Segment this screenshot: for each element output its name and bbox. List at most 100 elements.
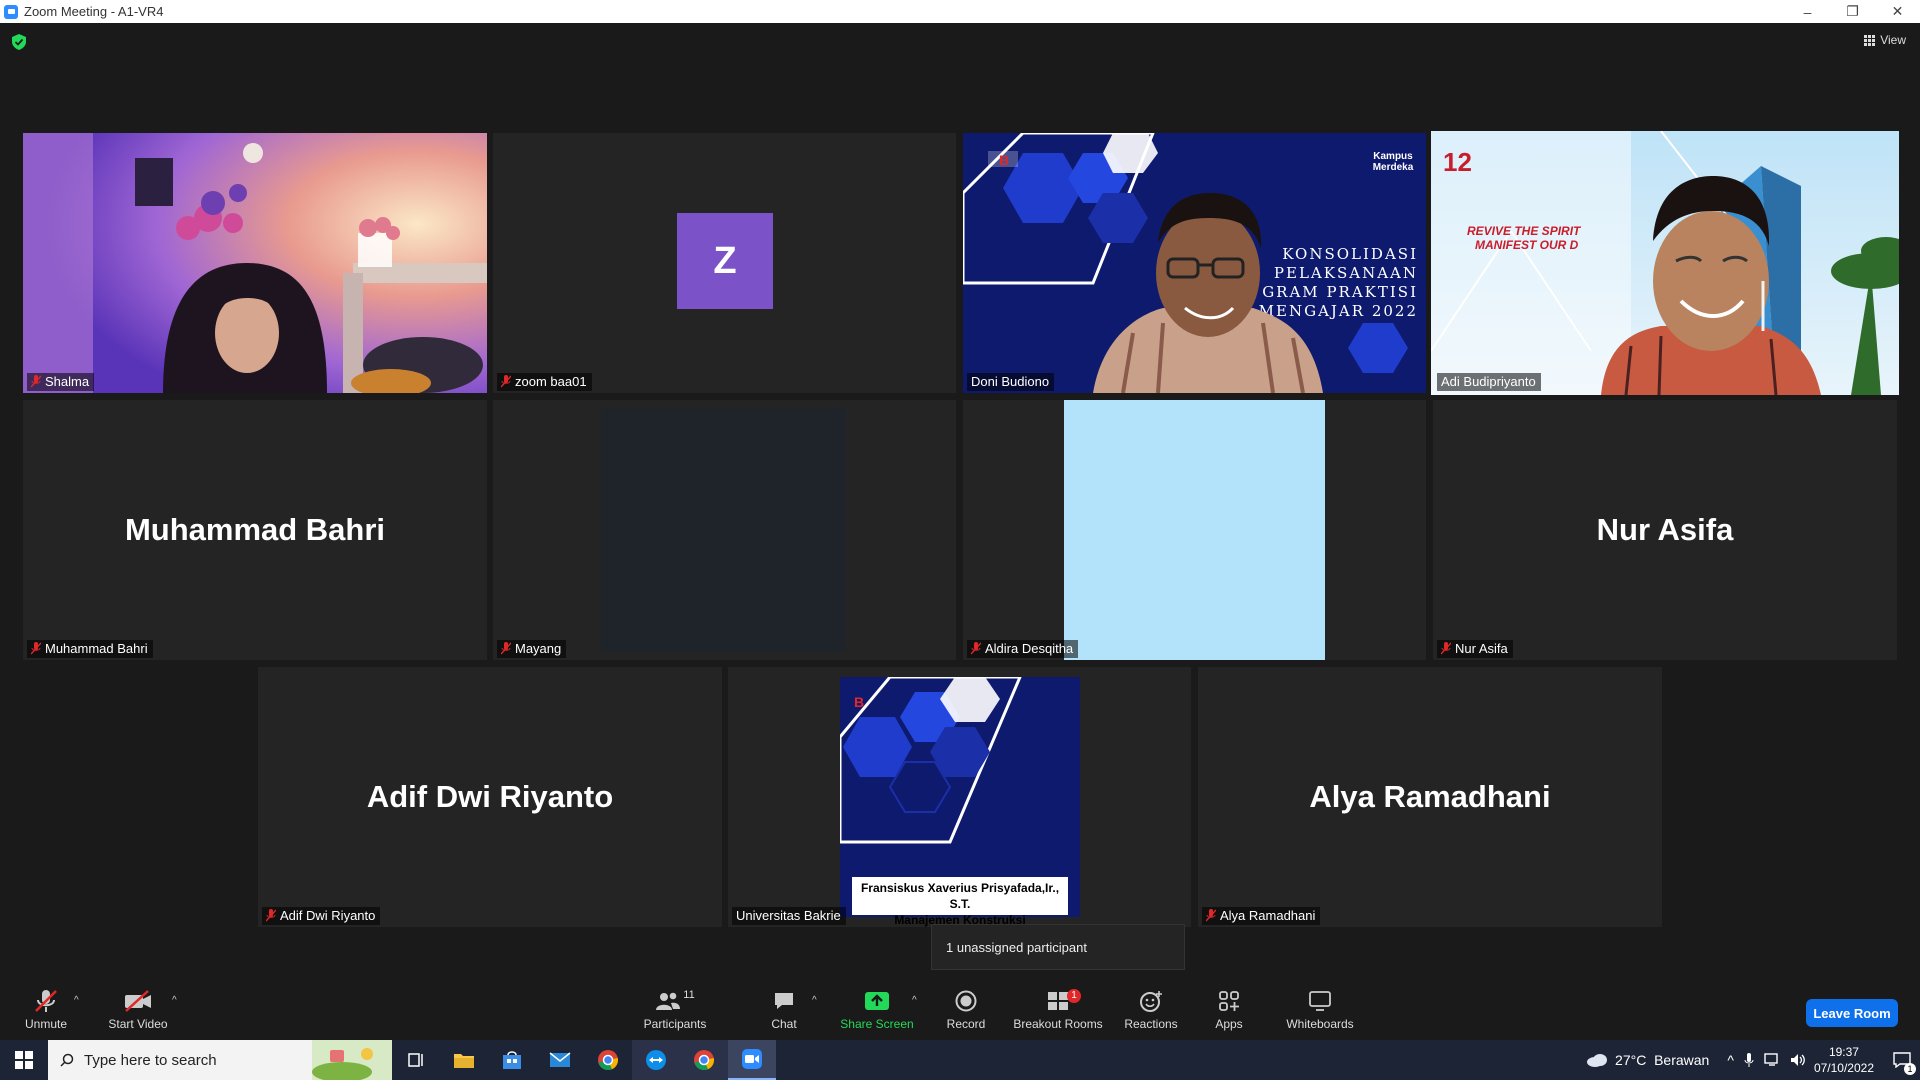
chrome-button[interactable] xyxy=(584,1040,632,1080)
muted-mic-icon xyxy=(266,909,276,922)
participant-name-tag: Aldira Desqitha xyxy=(967,640,1079,658)
meeting-toolbar: Unmute ^ Start Video ^ 11 Participants C… xyxy=(0,983,1920,1040)
minimize-button[interactable]: – xyxy=(1785,4,1830,20)
chrome-icon xyxy=(694,1050,715,1071)
share-screen-button[interactable]: Share Screen xyxy=(838,987,916,1031)
folder-icon xyxy=(454,1054,474,1068)
clock-date: 07/10/2022 xyxy=(1813,1061,1874,1075)
muted-mic-icon xyxy=(35,990,57,1012)
apps-icon xyxy=(1219,991,1239,1011)
notification-count: 1 xyxy=(1904,1063,1916,1075)
window-titlebar: Zoom Meeting - A1-VR4 – ❐ ✕ xyxy=(0,0,1920,23)
share-options-caret[interactable]: ^ xyxy=(912,995,917,1006)
notifications-button[interactable]: 1 xyxy=(1884,1040,1920,1080)
video-tile-muhammad-bahri[interactable]: Muhammad Bahri Muhammad Bahri xyxy=(23,400,487,660)
speaker-figure xyxy=(1093,193,1323,393)
start-button[interactable] xyxy=(0,1040,48,1080)
video-tile-universitas-bakrie[interactable]: B Fransiskus Xaverius Prisyafada,Ir., S.… xyxy=(728,667,1191,927)
svg-text:12: 12 xyxy=(1443,147,1472,177)
caption-line: Fransiskus Xaverius Prisyafada,Ir., S.T. xyxy=(860,881,1060,911)
video-tile-shalma[interactable]: Shalma xyxy=(23,133,487,393)
teamviewer-button[interactable] xyxy=(632,1040,680,1080)
video-tile-aldira-desqitha[interactable]: Aldira Desqitha xyxy=(963,400,1426,660)
video-tile-alya-ramadhani[interactable]: Alya Ramadhani Alya Ramadhani xyxy=(1198,667,1662,927)
taskbar-clock[interactable]: 19:37 07/10/2022 xyxy=(1814,1044,1874,1076)
participant-name: Aldira Desqitha xyxy=(985,641,1074,656)
weather-text[interactable]: 27°C Berawan xyxy=(1615,1052,1709,1068)
restore-button[interactable]: ❐ xyxy=(1830,3,1875,20)
chat-options-caret[interactable]: ^ xyxy=(812,995,817,1006)
participant-name: Adi Budipriyanto xyxy=(1441,374,1536,389)
banner-text-line: REVIVE THE SPIRIT xyxy=(1467,224,1581,238)
participants-button[interactable]: 11 Participants xyxy=(640,987,710,1031)
taskbar-search[interactable]: Type here to search xyxy=(48,1040,392,1080)
zoom-icon xyxy=(742,1049,762,1069)
muted-mic-icon xyxy=(31,642,41,655)
chrome-profile-button[interactable] xyxy=(680,1040,728,1080)
clock-time: 19:37 xyxy=(1828,1045,1859,1059)
breakout-rooms-icon xyxy=(1048,992,1068,1010)
apps-button[interactable]: Apps xyxy=(1207,987,1251,1031)
muted-mic-icon xyxy=(31,375,41,388)
start-video-label: Start Video xyxy=(108,1017,168,1031)
zoom-taskbar-button[interactable] xyxy=(728,1040,776,1080)
participant-video-adi: 12 xyxy=(1431,131,1899,395)
record-button[interactable]: Record xyxy=(940,987,992,1031)
mail-button[interactable] xyxy=(536,1040,584,1080)
close-button[interactable]: ✕ xyxy=(1875,3,1920,20)
banner-text: REVIVE THE SPIRIT MANIFEST OUR D xyxy=(1467,224,1580,252)
unmute-button[interactable]: Unmute xyxy=(18,987,74,1031)
security-shield-icon[interactable] xyxy=(12,34,26,50)
microphone-icon[interactable] xyxy=(1744,1052,1754,1068)
participant-big-name: Adif Dwi Riyanto xyxy=(366,779,614,814)
breakout-rooms-button[interactable]: 1 Breakout Rooms xyxy=(1012,987,1104,1031)
audio-options-caret[interactable]: ^ xyxy=(74,995,79,1006)
reactions-label: Reactions xyxy=(1124,1017,1178,1031)
participants-label: Participants xyxy=(643,1017,707,1031)
search-icon xyxy=(60,1053,74,1067)
store-icon xyxy=(503,1051,521,1069)
video-tile-nur-asifa[interactable]: Nur Asifa Nur Asifa xyxy=(1433,400,1897,660)
muted-mic-icon xyxy=(1206,909,1216,922)
windows-logo-icon xyxy=(15,1051,33,1069)
leave-room-button[interactable]: Leave Room xyxy=(1806,999,1898,1027)
whiteboards-button[interactable]: Whiteboards xyxy=(1280,987,1360,1031)
muted-mic-icon xyxy=(971,642,981,655)
window-title: Zoom Meeting - A1-VR4 xyxy=(24,4,164,19)
whiteboards-label: Whiteboards xyxy=(1286,1017,1354,1031)
video-off-icon xyxy=(125,990,151,1012)
participant-name-tag: Adif Dwi Riyanto xyxy=(262,907,381,925)
video-tile-adi-budipriyanto[interactable]: 12 REVIVE THE SPIRIT MANIFEST OUR D Adi … xyxy=(1431,131,1899,395)
store-button[interactable] xyxy=(488,1040,536,1080)
speaker-icon[interactable] xyxy=(1790,1053,1806,1067)
weather-cloud-icon xyxy=(1587,1054,1608,1067)
participant-name-tag: Universitas Bakrie xyxy=(732,907,846,925)
chrome-icon xyxy=(598,1050,619,1071)
participant-name: Doni Budiono xyxy=(971,374,1050,389)
participant-name: Adif Dwi Riyanto xyxy=(280,908,376,923)
participant-big-name: Nur Asifa xyxy=(1596,512,1734,547)
meeting-area: View Shalma Z zoom baa01 B Kampus Merdek… xyxy=(0,23,1920,983)
participant-name-tag: Nur Asifa xyxy=(1437,640,1513,658)
reactions-button[interactable]: Reactions xyxy=(1122,987,1180,1031)
start-video-button[interactable]: Start Video xyxy=(103,987,173,1031)
share-screen-label: Share Screen xyxy=(840,1017,914,1031)
network-icon[interactable] xyxy=(1764,1053,1780,1067)
video-options-caret[interactable]: ^ xyxy=(172,995,177,1006)
svg-text:B: B xyxy=(854,694,864,710)
participant-big-name: Muhammad Bahri xyxy=(124,512,386,547)
task-view-button[interactable] xyxy=(392,1040,440,1080)
chat-button[interactable]: Chat xyxy=(760,987,808,1031)
participant-name: Muhammad Bahri xyxy=(45,641,148,656)
tray-overflow-caret-icon[interactable]: ^ xyxy=(1727,1052,1734,1068)
video-tile-doni-budiono[interactable]: B Kampus Merdeka KONSOLIDASI PELAKSANAAN… xyxy=(963,133,1426,393)
video-tile-zoom-baa01[interactable]: Z zoom baa01 xyxy=(493,133,956,393)
file-explorer-button[interactable] xyxy=(440,1040,488,1080)
view-button[interactable]: View xyxy=(1864,33,1906,47)
windows-taskbar: Type here to search 27°C Berawan ^ 19:37… xyxy=(0,1040,1920,1080)
video-tile-adif-dwi-riyanto[interactable]: Adif Dwi Riyanto Adif Dwi Riyanto xyxy=(258,667,722,927)
banner-text-line: MANIFEST OUR D xyxy=(1475,238,1579,252)
reactions-icon xyxy=(1140,991,1162,1012)
video-tile-mayang[interactable]: Mayang xyxy=(493,400,956,660)
muted-mic-icon xyxy=(501,642,511,655)
